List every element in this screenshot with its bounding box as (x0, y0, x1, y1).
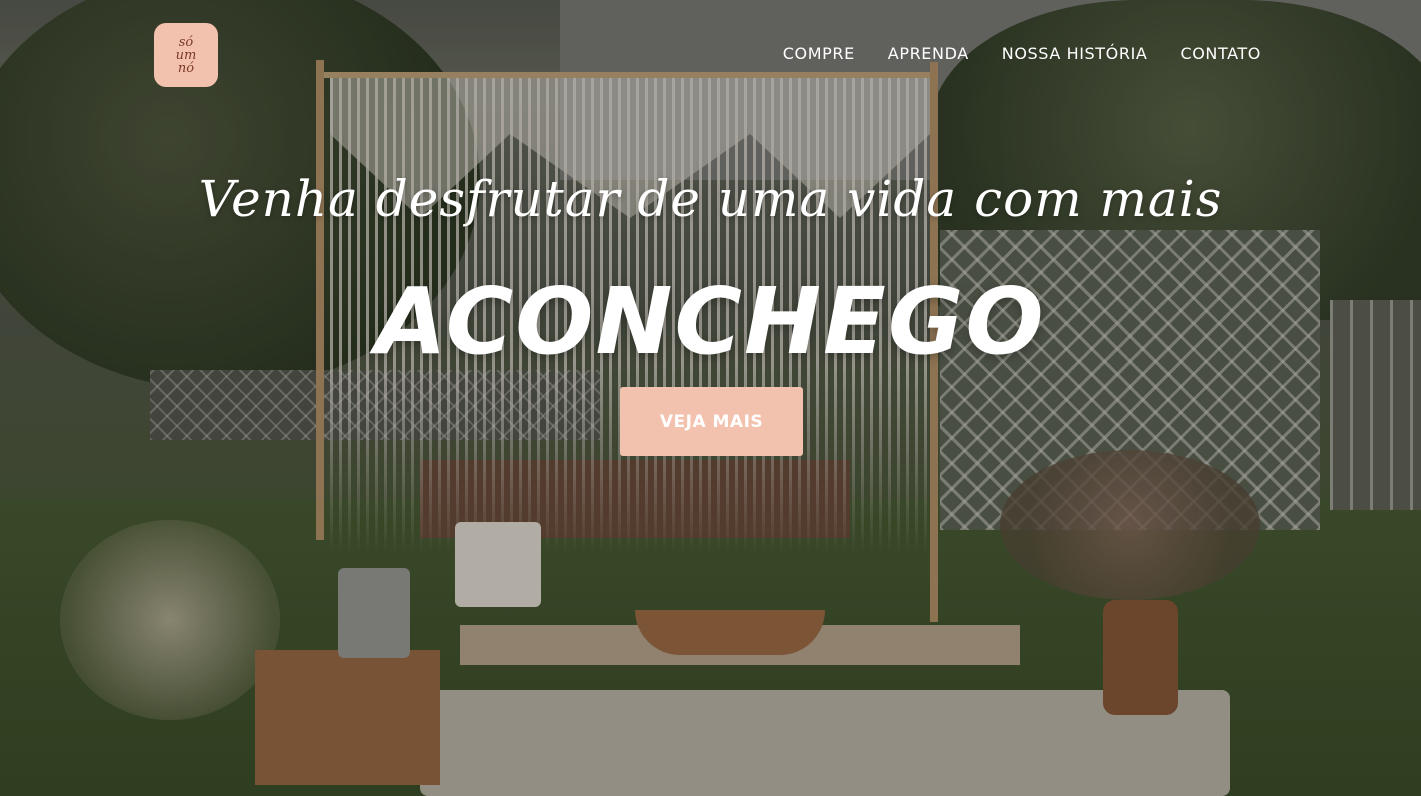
logo-text-line1: só (178, 34, 194, 50)
nav-item-nossa-historia[interactable]: NOSSA HISTÓRIA (1002, 44, 1148, 63)
hero-section: só um nó COMPRE APRENDA NOSSA HISTÓRIA C… (0, 0, 1421, 796)
nav-item-compre[interactable]: COMPRE (783, 44, 855, 63)
logo-text-line2: um (175, 47, 197, 63)
main-nav: COMPRE APRENDA NOSSA HISTÓRIA CONTATO (783, 44, 1261, 63)
nav-item-contato[interactable]: CONTATO (1180, 44, 1261, 63)
brand-logo[interactable]: só um nó (154, 23, 218, 87)
veja-mais-button[interactable]: VEJA MAIS (620, 387, 803, 456)
nav-item-aprenda[interactable]: APRENDA (888, 44, 969, 63)
hero-headline: ACONCHEGO (375, 268, 1046, 375)
logo-text-line3: nó (177, 60, 195, 76)
hero-tagline: Venha desfrutar de uma vida com mais (198, 170, 1223, 228)
